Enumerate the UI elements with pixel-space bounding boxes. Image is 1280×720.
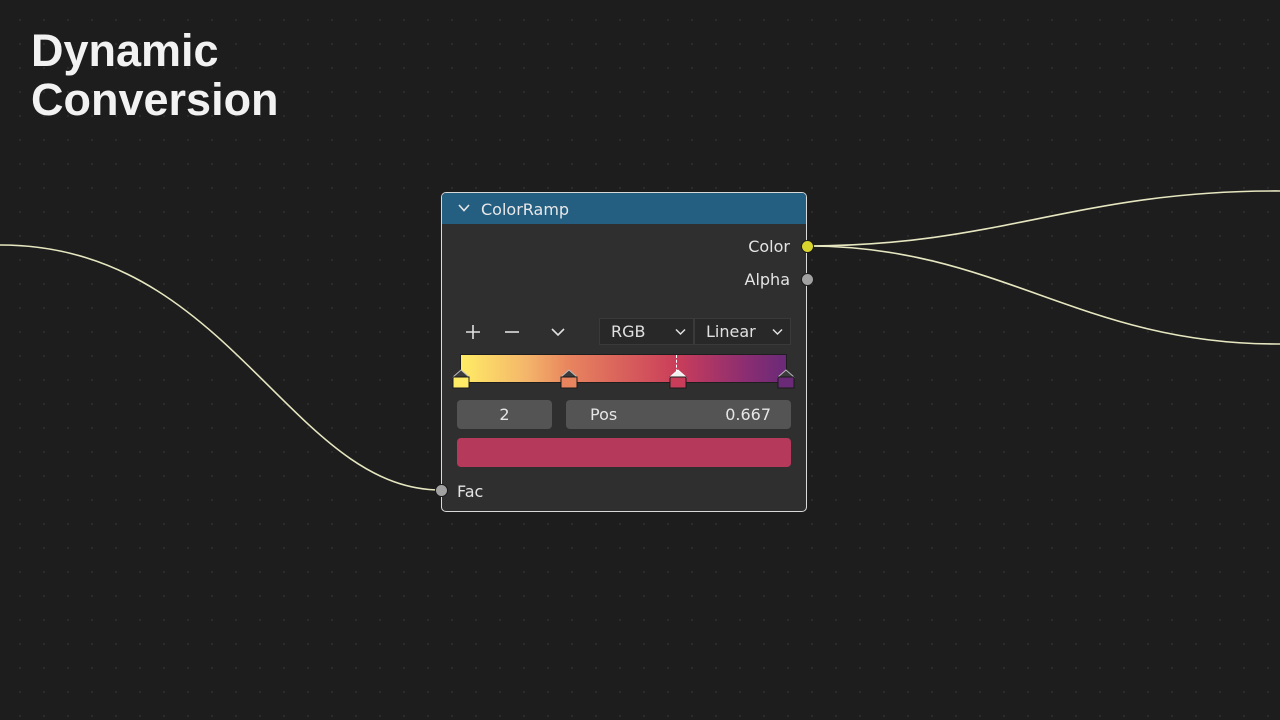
output-color-socket[interactable] [801,240,814,253]
active-stop-index-field[interactable]: 2 [457,400,552,429]
interpolation-select[interactable]: Linear [694,318,791,345]
active-stop-color-swatch[interactable] [457,438,791,467]
add-stop-button[interactable] [460,319,486,345]
input-fac-label: Fac [457,482,484,501]
output-alpha-socket[interactable] [801,273,814,286]
stop-position-label: Pos [590,405,618,424]
color-ramp-bar[interactable] [460,354,787,383]
minus-icon [505,331,519,333]
active-color-stop-handle[interactable] [668,369,687,389]
color-stop-handle[interactable] [560,369,579,389]
color-stop-handle[interactable] [777,369,795,389]
output-color-label: Color [748,237,790,256]
plus-icon [466,325,480,339]
input-fac-socket[interactable] [435,484,448,497]
stop-position-value: 0.667 [725,405,771,424]
wire-color-output-1[interactable] [807,190,1280,247]
active-stop-index-value: 2 [499,405,510,424]
node-header[interactable]: ColorRamp [442,193,806,224]
color-mode-value: RGB [611,322,646,341]
dropdown-chevron-icon [772,328,783,336]
stop-position-field[interactable]: Pos 0.667 [566,400,791,429]
collapse-chevron-icon[interactable] [457,202,471,214]
color-mode-select[interactable]: RGB [599,318,694,345]
wire-color-output-2[interactable] [807,245,1280,345]
node-editor-canvas[interactable]: Dynamic Conversion ColorRamp Color Alpha [0,0,1280,720]
dropdown-chevron-icon [675,328,686,336]
color-stop-handle[interactable] [452,369,470,389]
remove-stop-button[interactable] [499,319,525,345]
ramp-menu-button[interactable] [545,319,571,345]
node-title: ColorRamp [481,200,570,219]
colorramp-node[interactable]: ColorRamp Color Alpha RGB Linear 2 Pos 0… [441,192,807,512]
output-alpha-label: Alpha [744,270,791,289]
chevron-down-icon [551,328,565,337]
interpolation-value: Linear [706,322,756,341]
wire-fac-input[interactable] [0,244,442,491]
